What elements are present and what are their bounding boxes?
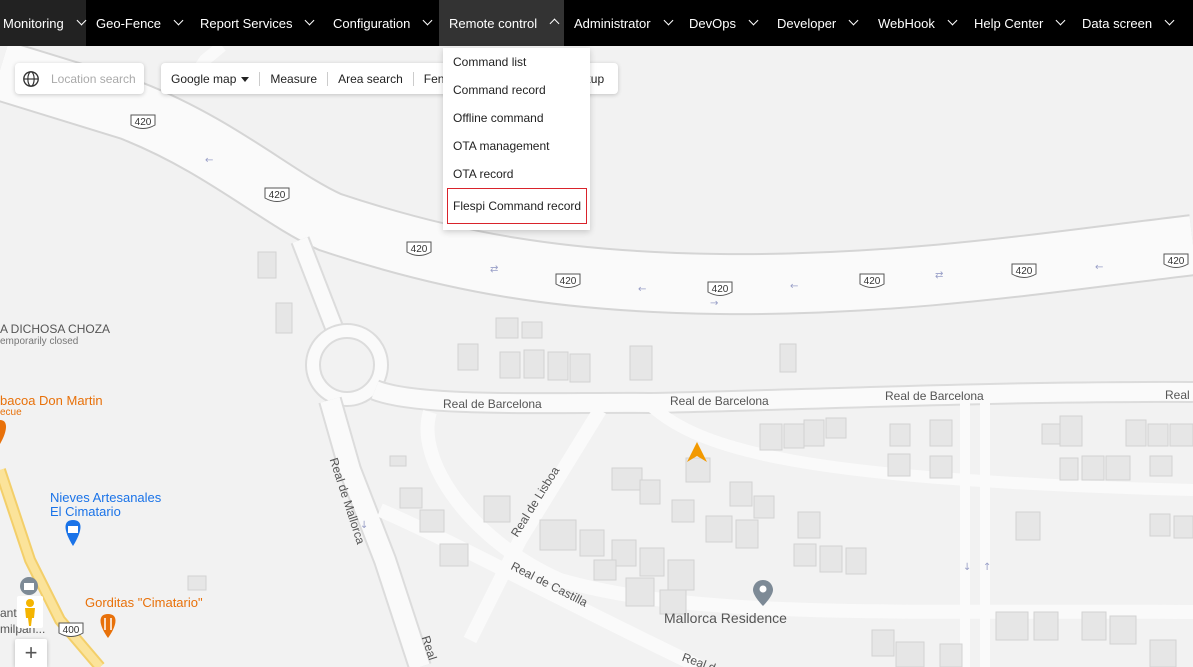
nav-webhook[interactable]: WebHook <box>868 0 964 46</box>
menu-item-command-list[interactable]: Command list <box>443 48 590 76</box>
route-shield-text: 400 <box>63 625 80 636</box>
nav-label: Configuration <box>333 15 411 31</box>
nav-label: DevOps <box>689 15 736 31</box>
nav-label: WebHook <box>878 15 935 31</box>
street-view-pegman-icon[interactable] <box>17 596 43 628</box>
route-shield-text: 420 <box>1016 266 1033 277</box>
route-shield-text: 420 <box>560 276 577 287</box>
chevron-down-icon <box>72 0 86 46</box>
globe-icon <box>23 70 39 87</box>
route-shield-text: 420 <box>712 284 729 295</box>
nav-label: Administrator <box>574 15 651 31</box>
poi-label[interactable]: bacoa Don Martin <box>0 393 103 408</box>
nav-label: Report Services <box>200 15 293 31</box>
poi-label[interactable]: El Cimatario <box>50 504 121 519</box>
nav-label: Monitoring <box>3 15 64 31</box>
museum-icon <box>20 577 38 595</box>
menu-item-command-record[interactable]: Command record <box>443 76 590 104</box>
map-type-label: Google map <box>171 71 237 86</box>
chevron-down-icon <box>169 0 190 46</box>
svg-text:↑: ↑ <box>983 562 991 573</box>
route-shield-text: 420 <box>1168 256 1185 267</box>
zoom-in-button[interactable]: + <box>15 639 47 667</box>
street-label: Real <box>1165 388 1190 402</box>
svg-text:⇄: ⇄ <box>490 264 498 275</box>
svg-text:←: ← <box>638 284 646 295</box>
map-background: 420 420 420 420 420 420 420 420 400 ←⇄← … <box>0 46 1193 667</box>
nav-developer[interactable]: Developer <box>767 0 868 46</box>
nav-geo-fence[interactable]: Geo-Fence <box>86 0 190 46</box>
location-search-input[interactable] <box>49 70 143 87</box>
measure-button[interactable]: Measure <box>260 71 329 86</box>
route-shield-text: 420 <box>864 276 881 287</box>
svg-text:⇄: ⇄ <box>935 270 943 281</box>
street-label: Real de Barcelona <box>885 389 984 403</box>
nav-label: Remote control <box>449 15 538 31</box>
nav-administrator[interactable]: Administrator <box>564 0 679 46</box>
nav-data-screen[interactable]: Data screen <box>1072 0 1181 46</box>
street-label: Real de Barcelona <box>670 394 769 408</box>
poi-label[interactable]: Nieves Artesanales <box>50 490 161 505</box>
street-label: Real de Barcelona <box>443 397 542 411</box>
area-search-button[interactable]: Area search <box>328 71 414 86</box>
chevron-down-icon <box>844 0 866 46</box>
map-canvas[interactable]: 420 420 420 420 420 420 420 420 400 ← ⇄ ← … <box>0 46 1193 667</box>
caret-down-icon <box>241 76 250 82</box>
svg-text:←: ← <box>205 155 213 166</box>
nav-label: Help Center <box>974 15 1044 31</box>
nav-label: Geo-Fence <box>96 15 162 31</box>
map-type-select[interactable]: Google map <box>161 71 261 86</box>
svg-text:↓: ↓ <box>963 562 971 573</box>
menu-item-ota-management[interactable]: OTA management <box>443 132 590 160</box>
poi-label: ant <box>0 606 17 620</box>
poi-category: ecue <box>0 407 22 418</box>
chevron-down-icon <box>943 0 964 46</box>
chevron-down-icon <box>659 0 679 46</box>
chevron-down-icon <box>418 0 439 46</box>
nav-monitoring[interactable]: Monitoring <box>0 0 86 46</box>
poi-label[interactable]: Gorditas "Cimatario" <box>85 595 203 610</box>
chevron-down-icon <box>300 0 322 46</box>
chevron-down-icon <box>1051 0 1072 46</box>
location-search-box[interactable] <box>15 63 144 94</box>
nav-label: Data screen <box>1082 15 1153 31</box>
top-navigation: Monitoring Geo-Fence Report Services Con… <box>0 0 1193 46</box>
nav-label: Developer <box>777 15 837 31</box>
poi-label: A DICHOSA CHOZA <box>0 322 111 336</box>
chevron-down-icon <box>1160 0 1181 46</box>
svg-text:←: ← <box>790 281 798 292</box>
poi-status: emporarily closed <box>0 336 79 347</box>
svg-text:→: → <box>710 298 718 309</box>
svg-text:←: ← <box>1095 262 1103 273</box>
remote-control-dropdown: Command list Command record Offline comm… <box>443 48 590 230</box>
nav-help-center[interactable]: Help Center <box>964 0 1072 46</box>
nav-configuration[interactable]: Configuration <box>323 0 439 46</box>
menu-item-offline-command[interactable]: Offline command <box>443 104 590 132</box>
nav-remote-control[interactable]: Remote control <box>439 0 564 46</box>
nav-report-services[interactable]: Report Services <box>190 0 323 46</box>
chevron-down-icon <box>744 0 766 46</box>
route-shield-text: 420 <box>135 117 152 128</box>
menu-item-flespi-command-record[interactable]: Flespi Command record <box>447 188 587 224</box>
route-shield-text: 420 <box>411 244 428 255</box>
nav-devops[interactable]: DevOps <box>679 0 767 46</box>
chevron-up-icon <box>545 0 564 46</box>
route-shield-text: 420 <box>269 190 286 201</box>
poi-label[interactable]: Mallorca Residence <box>664 610 787 626</box>
menu-item-ota-record[interactable]: OTA record <box>443 160 590 188</box>
